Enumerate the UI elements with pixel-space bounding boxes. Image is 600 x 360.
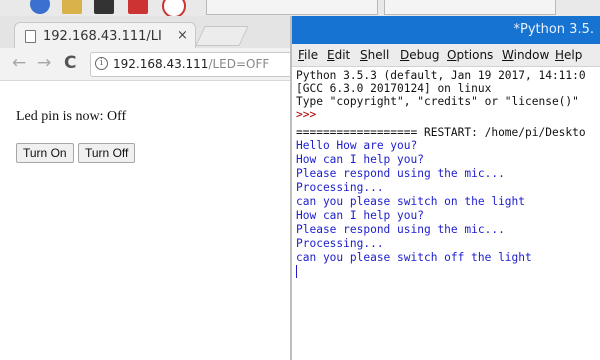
tab-active[interactable]: 192.168.43.111/Lİ ×	[14, 22, 196, 49]
console-line: Please respond using the mic...	[296, 223, 505, 236]
address-bar[interactable]: i 192.168.43.111/LED=OFF	[90, 52, 291, 77]
browser-window: 192.168.43.111/Lİ × ← → C i 192.168.43.1…	[0, 16, 291, 360]
console-line: How can I help you?	[296, 209, 424, 222]
menu-help[interactable]: Help	[555, 48, 582, 62]
info-icon[interactable]: i	[95, 57, 108, 70]
console-line: How can I help you?	[296, 153, 424, 166]
turn-off-button[interactable]: Turn Off	[78, 143, 136, 163]
taskbar-window-button-python[interactable]	[384, 0, 556, 15]
menu-file[interactable]: File	[298, 48, 318, 62]
mathematica-icon[interactable]	[128, 0, 148, 14]
shell-titlebar[interactable]: *Python 3.5.	[292, 16, 600, 44]
console-line: can you please switch off the light	[296, 251, 532, 264]
console-line: Hello How are you?	[296, 139, 418, 152]
menu-debug[interactable]: Debug	[400, 48, 439, 62]
file-manager-icon[interactable]	[62, 0, 82, 14]
python-shell-window: *Python 3.5. File Edit Shell Debug Optio…	[292, 16, 600, 360]
forward-arrow-icon[interactable]: →	[37, 54, 51, 72]
console-prompt: >>>	[296, 108, 323, 121]
menu-shell[interactable]: Shell	[360, 48, 389, 62]
new-tab-button[interactable]	[195, 26, 249, 46]
console-line: Processing...	[296, 237, 384, 250]
text-cursor	[296, 265, 297, 278]
url-path: /LED=OFF	[208, 57, 270, 71]
desktop-taskbar	[0, 0, 600, 17]
console-line: Python 3.5.3 (default, Jan 19 2017, 14:1…	[296, 69, 586, 82]
console-line: Type "copyright", "credits" or "license(…	[296, 95, 579, 108]
menu-options[interactable]: Options	[447, 48, 493, 62]
shell-console[interactable]: Python 3.5.3 (default, Jan 19 2017, 14:1…	[292, 67, 600, 360]
console-line: can you please switch on the light	[296, 195, 526, 208]
console-line: [GCC 6.3.0 20170124] on linux	[296, 82, 492, 95]
back-arrow-icon[interactable]: ←	[12, 54, 26, 72]
console-line: Please respond using the mic...	[296, 167, 505, 180]
terminal-icon[interactable]	[94, 0, 114, 14]
tab-title: 192.168.43.111/Lİ	[43, 29, 162, 44]
tab-strip: 192.168.43.111/Lİ ×	[0, 16, 290, 49]
url-text: 192.168.43.111/LED=OFF	[113, 57, 269, 71]
led-status-text: Led pin is now: Off	[16, 109, 127, 124]
page-icon	[25, 30, 36, 43]
taskbar-window-button-browser[interactable]	[206, 0, 378, 15]
turn-on-button[interactable]: Turn On	[16, 143, 74, 163]
close-icon[interactable]: ×	[177, 28, 188, 43]
console-line: Processing...	[296, 181, 384, 194]
browser-icon[interactable]	[162, 0, 186, 16]
menu-edit[interactable]: Edit	[327, 48, 350, 62]
shell-menubar: File Edit Shell Debug Options Window Hel…	[292, 44, 600, 67]
menu-window[interactable]: Window	[502, 48, 549, 62]
raspberry-menu-icon[interactable]	[30, 0, 50, 14]
shell-window-title: *Python 3.5.	[513, 22, 594, 37]
reload-icon[interactable]: C	[64, 54, 76, 72]
url-host: 192.168.43.111	[113, 57, 209, 71]
browser-toolbar: ← → C i 192.168.43.111/LED=OFF	[0, 48, 291, 81]
console-restart-line: ================== RESTART: /home/pi/Des…	[296, 126, 586, 139]
page-content: Led pin is now: Off Turn On Turn Off	[0, 81, 290, 360]
